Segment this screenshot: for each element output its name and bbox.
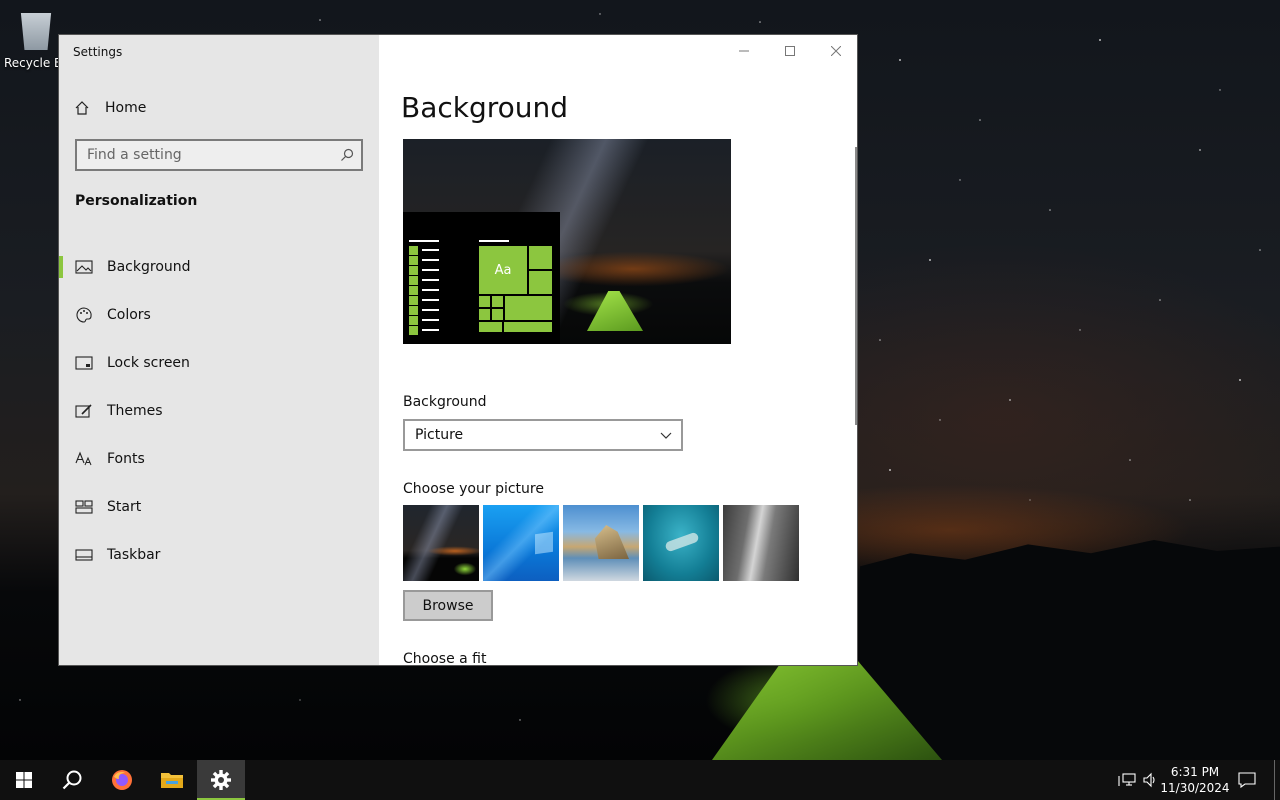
choose-fit-label: Choose a fit <box>403 651 487 666</box>
preview-tile <box>492 309 503 320</box>
picture-thumbnail-windows-blue[interactable] <box>483 505 559 581</box>
start-button[interactable] <box>0 760 48 800</box>
preview-header-line <box>479 240 509 242</box>
windows-logo-shape <box>535 531 553 555</box>
windows-start-icon <box>16 772 32 788</box>
preview-tile <box>479 296 490 307</box>
preview-tent <box>587 291 643 331</box>
picture-icon <box>75 258 93 276</box>
picture-thumbnail-waterfall[interactable] <box>723 505 799 581</box>
clock-time: 6:31 PM <box>1170 765 1220 779</box>
section-title: Personalization <box>75 193 198 209</box>
minimize-icon <box>739 50 749 52</box>
taskbar: 6:31 PM 11/30/2024 <box>0 760 1280 800</box>
sidebar-item-label: Colors <box>107 307 151 323</box>
preview-tile <box>504 322 552 332</box>
swimmer-shape <box>664 531 700 553</box>
background-type-label: Background <box>403 394 487 410</box>
search-placeholder: Find a setting <box>87 147 182 163</box>
picture-thumbnail-underwater-swimmer[interactable] <box>643 505 719 581</box>
page-title: Background <box>401 91 569 124</box>
background-type-dropdown[interactable]: Picture <box>403 419 683 451</box>
sidebar-item-taskbar[interactable]: Taskbar <box>59 531 379 579</box>
settings-window: Settings Home Find a setting Personaliza… <box>58 34 858 666</box>
start-menu-icon <box>75 498 93 516</box>
network-icon <box>1118 773 1136 786</box>
sidebar-item-start[interactable]: Start <box>59 483 379 531</box>
sidebar-item-label: Background <box>107 259 191 275</box>
close-icon <box>831 46 841 56</box>
show-desktop-button[interactable] <box>1274 760 1275 800</box>
taskbar-search-button[interactable] <box>48 760 96 800</box>
browse-button[interactable]: Browse <box>403 590 493 621</box>
volume-tray-button[interactable] <box>1140 760 1160 800</box>
settings-icon <box>211 770 231 790</box>
preview-tile <box>529 271 552 294</box>
preview-tile <box>479 322 502 332</box>
taskbar-icon <box>75 546 93 564</box>
home-icon <box>73 99 91 117</box>
preview-header-line <box>409 240 439 242</box>
content-scrollbar[interactable] <box>855 147 857 425</box>
themes-icon <box>75 402 93 420</box>
picture-thumbnail-beach-rock[interactable] <box>563 505 639 581</box>
dropdown-value: Picture <box>415 427 464 443</box>
maximize-icon <box>785 46 795 56</box>
sidebar-item-label: Lock screen <box>107 355 190 371</box>
sidebar-item-label: Start <box>107 499 142 515</box>
firefox-icon <box>112 770 132 790</box>
picture-thumbnail-night-tent[interactable] <box>403 505 479 581</box>
preview-tile <box>492 296 503 307</box>
preview-tile-aa: Aa <box>479 246 527 294</box>
selected-indicator <box>59 256 63 278</box>
sidebar-item-label: Themes <box>107 403 163 419</box>
preview-tile <box>479 309 490 320</box>
notification-icon <box>1238 772 1256 789</box>
palette-icon <box>75 306 93 324</box>
window-controls <box>721 35 857 67</box>
taskbar-settings[interactable] <box>197 760 245 800</box>
clock-date: 11/30/2024 <box>1160 781 1230 795</box>
sidebar-item-lock-screen[interactable]: Lock screen <box>59 339 379 387</box>
chevron-down-icon <box>660 432 672 439</box>
settings-content: Background Aa Background Picture Choose … <box>379 35 857 666</box>
nav-home[interactable]: Home <box>73 97 146 119</box>
search-icon <box>62 770 82 790</box>
minimize-button[interactable] <box>721 35 767 67</box>
picture-thumbnails <box>403 505 799 581</box>
nav-home-label: Home <box>105 100 147 116</box>
sidebar-item-fonts[interactable]: Fonts <box>59 435 379 483</box>
preview-tile <box>529 246 552 269</box>
taskbar-clock[interactable]: 6:31 PM 11/30/2024 <box>1160 764 1230 796</box>
personalization-nav: Background Colors Lock screen Themes Fon… <box>59 243 379 579</box>
file-explorer-icon <box>161 773 183 788</box>
window-title: Settings <box>73 45 123 59</box>
fonts-icon <box>75 450 93 468</box>
taskbar-file-explorer[interactable] <box>148 760 196 800</box>
settings-sidebar: Settings Home Find a setting Personaliza… <box>59 35 379 665</box>
lock-screen-icon <box>75 354 93 372</box>
rock-shape <box>594 525 629 559</box>
mountain-silhouette <box>860 540 1280 760</box>
recycle-bin-icon <box>20 13 52 50</box>
volume-icon <box>1143 772 1155 788</box>
close-button[interactable] <box>813 35 857 67</box>
network-tray-button[interactable] <box>1116 760 1138 800</box>
find-setting-input[interactable]: Find a setting <box>75 139 363 171</box>
sidebar-item-themes[interactable]: Themes <box>59 387 379 435</box>
taskbar-firefox[interactable] <box>98 760 146 800</box>
action-center-button[interactable] <box>1234 760 1260 800</box>
sidebar-item-colors[interactable]: Colors <box>59 291 379 339</box>
search-icon[interactable] <box>333 141 361 169</box>
sidebar-item-background[interactable]: Background <box>59 243 379 291</box>
start-menu-preview: Aa <box>403 212 560 344</box>
preview-app-list <box>409 245 441 335</box>
maximize-button[interactable] <box>767 35 813 67</box>
sidebar-item-label: Fonts <box>107 451 145 467</box>
sidebar-item-label: Taskbar <box>107 547 161 563</box>
choose-picture-label: Choose your picture <box>403 481 544 497</box>
preview-tile <box>505 296 552 320</box>
background-preview: Aa <box>403 139 731 344</box>
